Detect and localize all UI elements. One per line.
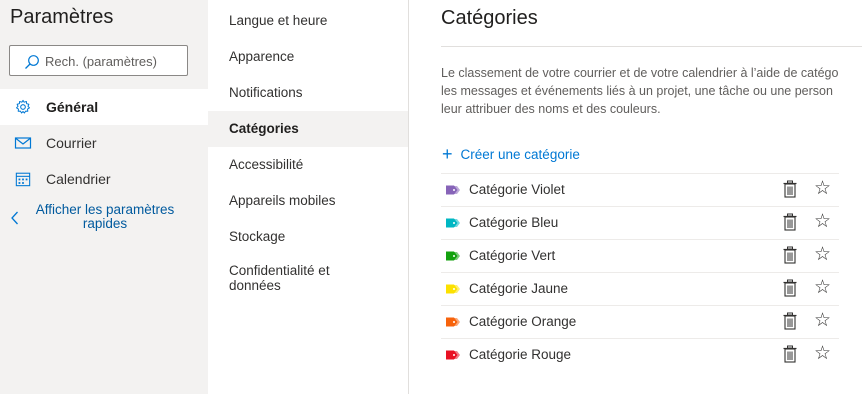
nav-general[interactable]: Général [0, 89, 208, 125]
divider [441, 46, 862, 47]
gear-icon [16, 99, 30, 114]
calendar-icon [15, 172, 31, 187]
favorite-star-icon[interactable]: ☆ [814, 245, 831, 265]
subnav-label: Langue et heure [229, 13, 328, 28]
categories-description: Le classement de votre courrier et de vo… [441, 64, 862, 118]
categories-panel: Catégories Le classement de votre courri… [409, 0, 862, 394]
description-line: leur attribuer des noms et des couleurs. [441, 102, 661, 116]
subnav-label: Catégories [229, 121, 299, 136]
description-line: Le classement de votre courrier et de vo… [441, 66, 839, 80]
category-row[interactable]: Catégorie Violet ☆ [441, 173, 839, 206]
nav-general-label: Général [46, 99, 99, 115]
category-tag-icon [446, 251, 460, 261]
page-title: Catégories [441, 7, 538, 29]
search-input[interactable] [45, 51, 183, 71]
category-tag-icon [446, 350, 460, 360]
category-tag-icon [446, 284, 460, 294]
subnav-appearance[interactable]: Apparence [208, 39, 408, 75]
category-name: Catégorie Jaune [469, 281, 569, 296]
delete-category-icon[interactable] [782, 279, 798, 297]
category-tag-icon [446, 185, 460, 195]
category-row[interactable]: Catégorie Orange ☆ [441, 305, 839, 338]
settings-search-box[interactable] [9, 45, 188, 76]
chevron-left-icon [11, 211, 18, 225]
create-category-label: Créer une catégorie [460, 146, 580, 162]
category-tag-icon [446, 218, 460, 228]
create-category-button[interactable]: + Créer une catégorie [442, 144, 580, 164]
subnav-label: Apparence [229, 49, 295, 64]
subnav-language-time[interactable]: Langue et heure [208, 3, 408, 39]
category-row[interactable]: Catégorie Bleu ☆ [441, 206, 839, 239]
favorite-star-icon[interactable]: ☆ [814, 278, 831, 298]
delete-category-icon[interactable] [782, 345, 798, 363]
category-name: Catégorie Vert [469, 248, 556, 263]
category-tag-icon [446, 317, 460, 327]
favorite-star-icon[interactable]: ☆ [814, 311, 831, 331]
search-icon [25, 55, 39, 69]
subnav-label: Appareils mobiles [229, 193, 336, 208]
subnav-label: Stockage [229, 229, 286, 244]
subnav-notifications[interactable]: Notifications [208, 75, 408, 111]
nav-mail[interactable]: Courrier [0, 125, 208, 161]
category-name: Catégorie Violet [469, 182, 565, 197]
settings-title: Paramètres [10, 6, 114, 28]
category-row[interactable]: Catégorie Vert ☆ [441, 239, 839, 272]
subnav-privacy-data[interactable]: Confidentialité et données [208, 261, 408, 297]
favorite-star-icon[interactable]: ☆ [814, 344, 831, 364]
delete-category-icon[interactable] [782, 180, 798, 198]
category-row[interactable]: Catégorie Jaune ☆ [441, 272, 839, 305]
plus-icon: + [442, 144, 453, 164]
quick-settings-label: Afficher les paramètres rapides [35, 202, 175, 231]
description-line: les messages et événements liés à un pro… [441, 84, 833, 98]
category-name: Catégorie Bleu [469, 215, 559, 230]
delete-category-icon[interactable] [782, 312, 798, 330]
subnav-label: Notifications [229, 85, 303, 100]
category-name: Catégorie Orange [469, 314, 577, 329]
mail-icon [14, 137, 32, 149]
nav-mail-label: Courrier [46, 135, 97, 151]
subnav-mobile-devices[interactable]: Appareils mobiles [208, 183, 408, 219]
nav-calendar[interactable]: Calendrier [0, 161, 208, 197]
category-name: Catégorie Rouge [469, 347, 572, 362]
subnav-label: Confidentialité et données [229, 263, 330, 293]
settings-subnav-pane: Langue et heure Apparence Notifications … [208, 0, 409, 394]
subnav-storage[interactable]: Stockage [208, 219, 408, 255]
subnav-label: Accessibilité [229, 157, 304, 172]
settings-nav-pane: Paramètres Général Courrier [0, 0, 208, 394]
delete-category-icon[interactable] [782, 246, 798, 264]
category-row[interactable]: Catégorie Rouge ☆ [441, 338, 839, 371]
subnav-accessibility[interactable]: Accessibilité [208, 147, 408, 183]
nav-calendar-label: Calendrier [46, 171, 111, 187]
favorite-star-icon[interactable]: ☆ [814, 179, 831, 199]
quick-settings-link[interactable]: Afficher les paramètres rapides [0, 202, 208, 236]
delete-category-icon[interactable] [782, 213, 798, 231]
favorite-star-icon[interactable]: ☆ [814, 212, 831, 232]
subnav-categories[interactable]: Catégories [208, 111, 408, 147]
